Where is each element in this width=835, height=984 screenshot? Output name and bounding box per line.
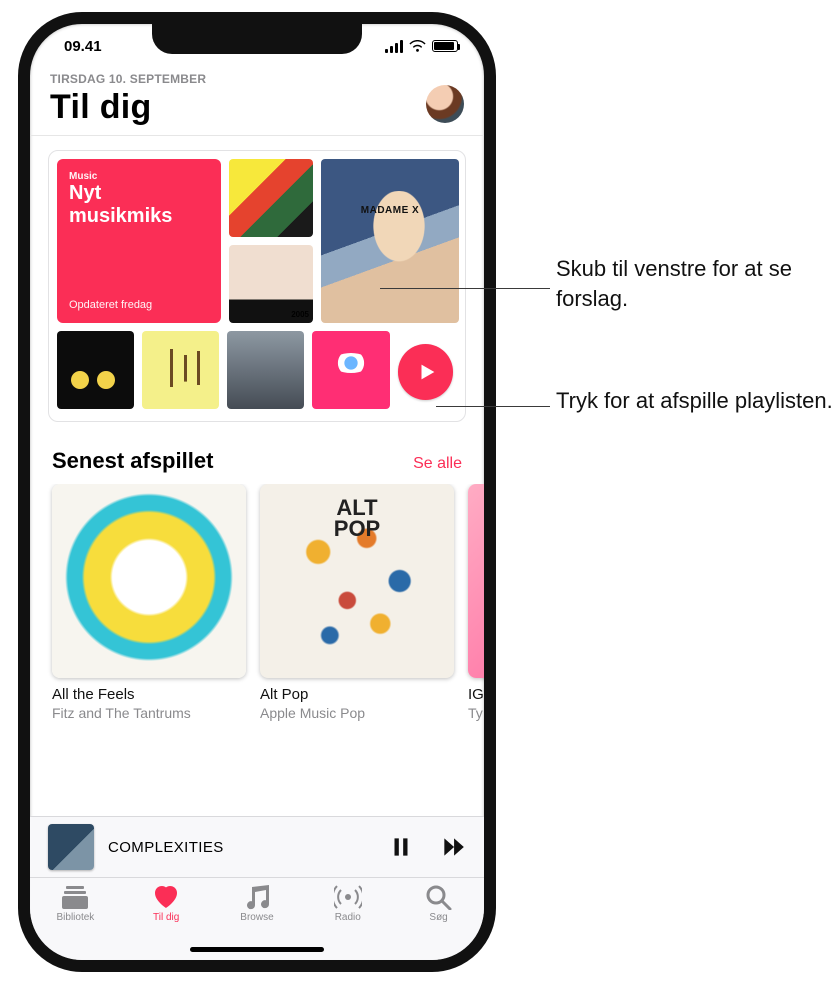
- tab-label: Bibliotek: [56, 912, 94, 923]
- album-item[interactable]: All the Feels Fitz and The Tantrums: [52, 484, 246, 721]
- album-art-label-2: POP: [334, 516, 380, 541]
- search-icon: [425, 884, 453, 910]
- new-music-mix-card[interactable]: Music Nyt musikmiks Opdateret fredag MAD…: [48, 150, 466, 422]
- mix-album-art-1: [229, 159, 313, 237]
- mix-album-art-4: [57, 331, 134, 409]
- callout-line: [380, 288, 550, 289]
- mix-play-button[interactable]: [398, 344, 453, 400]
- cellular-signal-icon: [385, 40, 403, 53]
- mix-provider-label: Music: [69, 171, 209, 182]
- mix-album-art-3: MADAME X: [321, 159, 459, 323]
- status-time: 09.41: [64, 38, 102, 55]
- radio-icon: [334, 884, 362, 910]
- notch: [152, 22, 362, 54]
- profile-avatar[interactable]: [426, 85, 464, 123]
- tab-label: Browse: [240, 912, 273, 923]
- album-title: IG: [468, 686, 484, 703]
- album-art: [468, 484, 484, 678]
- tab-library[interactable]: Bibliotek: [39, 884, 111, 960]
- pause-icon[interactable]: [388, 834, 414, 860]
- mix-album-art-6: [227, 331, 304, 409]
- callout-text: Skub til venstre for at se forslag.: [556, 256, 792, 311]
- play-icon: [416, 361, 438, 383]
- page-title: Til dig: [50, 88, 206, 127]
- album-item[interactable]: ALT POP Alt Pop Apple Music Pop: [260, 484, 454, 721]
- recently-played-list[interactable]: All the Feels Fitz and The Tantrums ALT …: [30, 484, 484, 721]
- mix-album-art-3-label: MADAME X: [361, 205, 419, 216]
- recently-played-title: Senest afspillet: [52, 448, 213, 474]
- tab-label: Søg: [429, 912, 447, 923]
- music-note-icon: [243, 884, 271, 910]
- header-date: Tirsdag 10. September: [50, 72, 206, 86]
- album-art: ALT POP: [260, 484, 454, 678]
- album-subtitle: Ty: [468, 705, 484, 721]
- callout-text: Tryk for at afspille playlisten.: [556, 388, 833, 413]
- see-all-link[interactable]: Se alle: [413, 455, 462, 473]
- now-playing-title: COMPLEXITIES: [108, 839, 374, 856]
- library-icon: [61, 884, 89, 910]
- page-header: Tirsdag 10. September Til dig: [30, 68, 484, 136]
- wifi-icon: [409, 40, 426, 53]
- album-item[interactable]: IG Ty: [468, 484, 484, 721]
- mix-title: Nyt musikmiks: [69, 182, 209, 228]
- album-subtitle: Fitz and The Tantrums: [52, 705, 246, 721]
- callout-swipe: Skub til venstre for at se forslag.: [556, 254, 835, 313]
- album-title: All the Feels: [52, 686, 246, 703]
- callout-line: [436, 406, 550, 407]
- phone-frame: 09.41 Tirsdag 10. September Til dig Musi…: [18, 12, 496, 972]
- tab-search[interactable]: Søg: [403, 884, 475, 960]
- mix-updated-label: Opdateret fredag: [69, 299, 209, 311]
- tab-label: Til dig: [153, 912, 179, 923]
- home-indicator[interactable]: [190, 947, 324, 952]
- mix-album-art-2: [229, 245, 313, 323]
- tab-label: Radio: [335, 912, 361, 923]
- mix-card-header: Music Nyt musikmiks Opdateret fredag: [57, 159, 221, 323]
- now-playing-art: [48, 824, 94, 870]
- battery-icon: [432, 40, 458, 52]
- mix-album-art-5: [142, 331, 219, 409]
- recently-played-header: Senest afspillet Se alle: [30, 422, 484, 484]
- mix-album-art-7: [312, 331, 389, 409]
- album-title: Alt Pop: [260, 686, 454, 703]
- callout-play: Tryk for at afspille playlisten.: [556, 386, 833, 416]
- skip-forward-icon[interactable]: [440, 834, 466, 860]
- heart-icon: [152, 884, 180, 910]
- mini-player[interactable]: COMPLEXITIES: [30, 816, 484, 878]
- album-art: [52, 484, 246, 678]
- album-subtitle: Apple Music Pop: [260, 705, 454, 721]
